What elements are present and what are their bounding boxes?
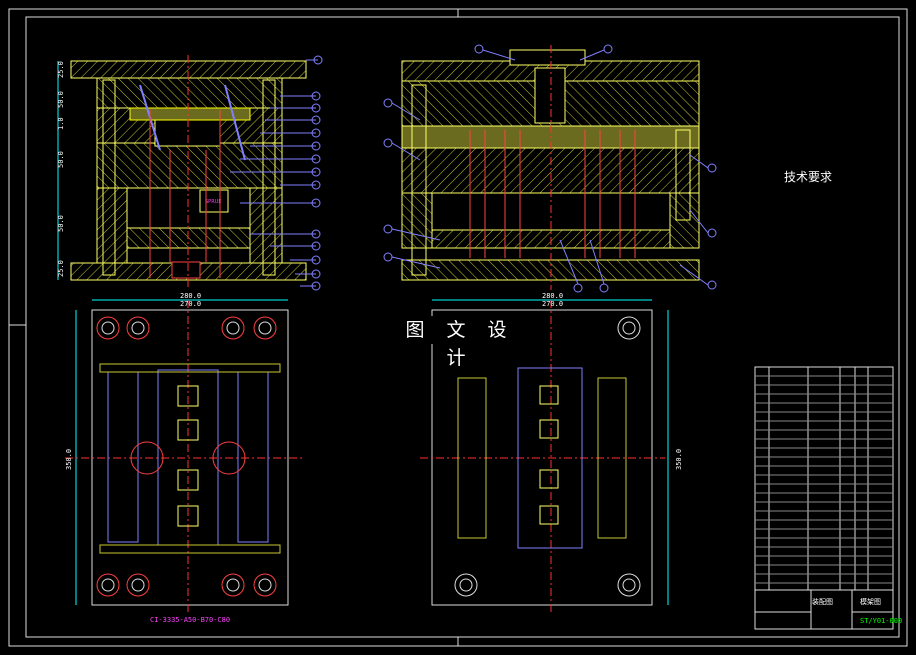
svg-text:SPRUE: SPRUE <box>205 199 221 205</box>
drawing-name: 装配图 <box>812 598 833 606</box>
drawing-code: ST/Y01-000 <box>860 617 903 625</box>
dim-section-5: 50.0 <box>57 215 65 232</box>
dim-section-1: 25.0 <box>57 61 65 78</box>
dim-right-height: 350.0 <box>675 448 683 470</box>
dim-left-height: 350.0 <box>65 448 73 470</box>
dim-left-inner: 270.0 <box>180 300 202 308</box>
dim-left-outer: 280.0 <box>180 292 202 300</box>
mold-base-label: CI-3335-A50-B70-C80 <box>150 616 231 624</box>
dim-right-outer: 280.0 <box>542 292 564 300</box>
left-section-view: SPRUE <box>57 55 323 291</box>
dim-right-inner: 270.0 <box>542 300 564 308</box>
parts-list-rows <box>755 375 893 584</box>
dim-section-2: 50.0 <box>57 91 65 108</box>
dim-section-3: 1.0 <box>57 117 65 130</box>
title-block <box>754 366 894 630</box>
title-block-right-label: 模架图 <box>860 598 881 606</box>
left-plan-view <box>65 299 305 612</box>
dim-section-6: 25.0 <box>57 260 65 277</box>
tech-requirements-title: 技术要求 <box>784 170 833 184</box>
dim-section-4: 50.0 <box>57 151 65 168</box>
watermark: 图 文 设 计 <box>390 316 530 369</box>
right-section-view <box>383 44 717 293</box>
